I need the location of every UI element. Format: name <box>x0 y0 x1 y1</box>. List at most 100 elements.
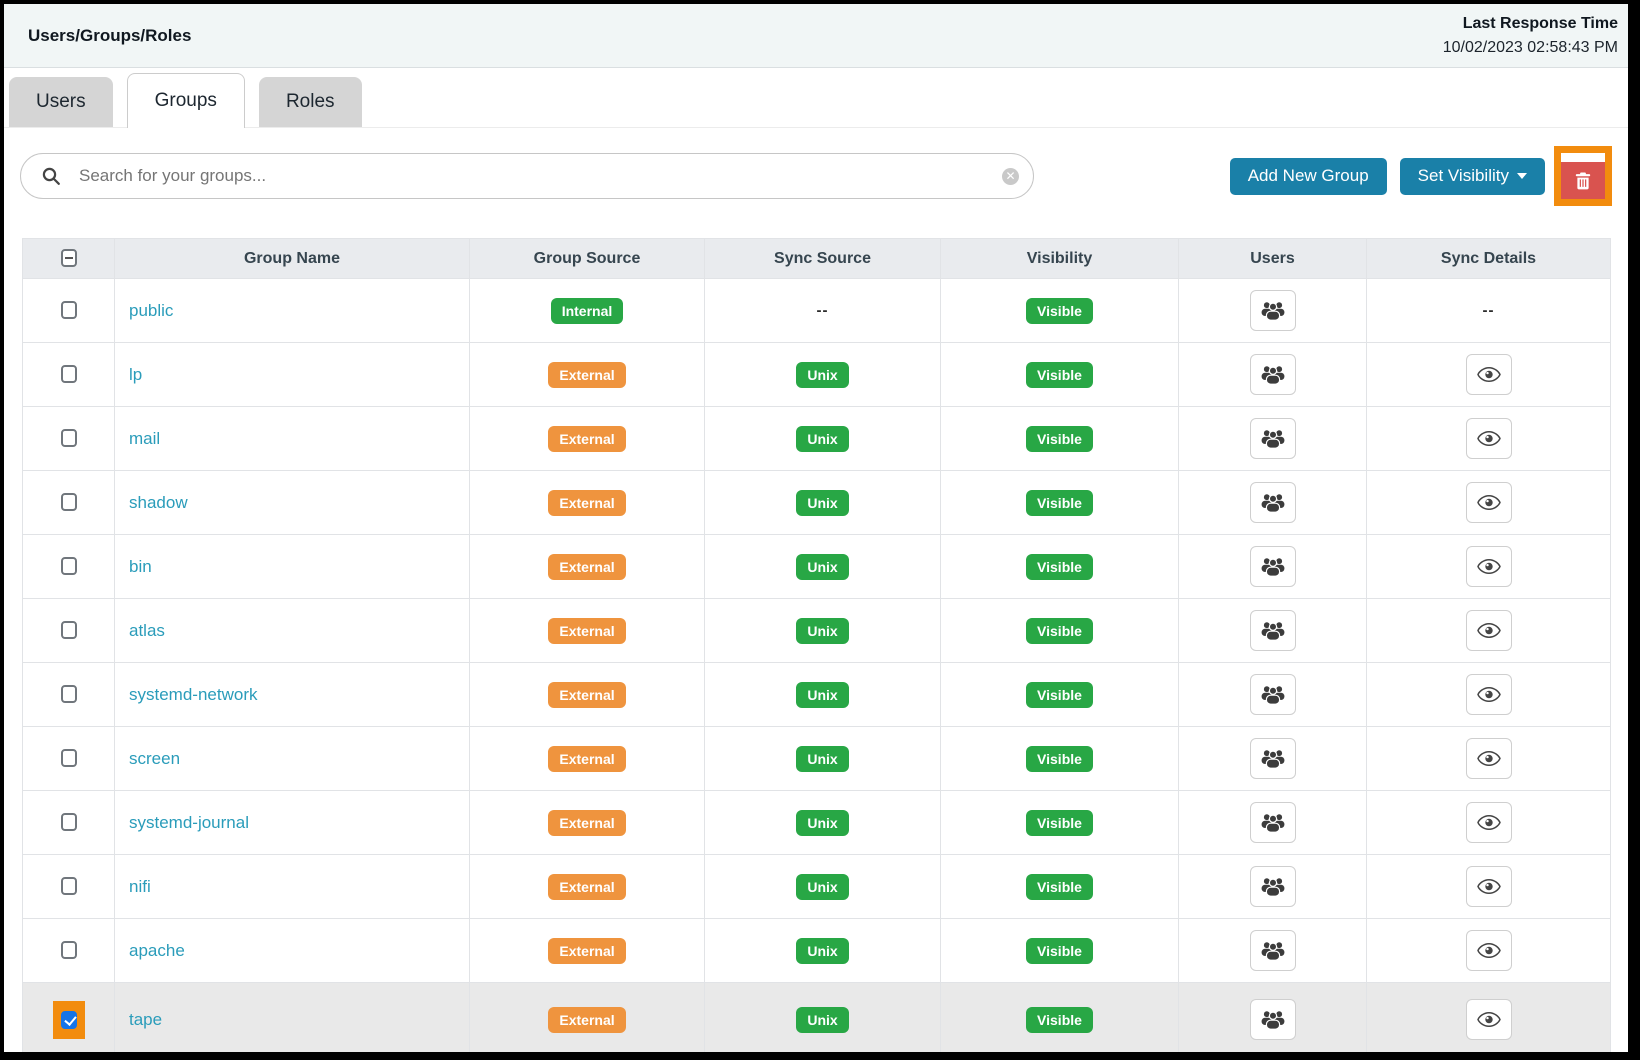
visibility-badge: Visible <box>1026 490 1093 516</box>
group-source-cell: External <box>470 599 705 663</box>
tab-strip: Users Groups Roles <box>4 68 1628 128</box>
sync-details-button[interactable] <box>1466 866 1512 907</box>
users-button[interactable] <box>1250 802 1296 843</box>
row-checkbox[interactable] <box>61 941 77 959</box>
toolbar-buttons: Add New Group Set Visibility <box>1230 146 1612 206</box>
row-checkbox[interactable] <box>61 749 77 767</box>
row-checkbox[interactable] <box>61 365 77 383</box>
users-button[interactable] <box>1250 930 1296 971</box>
group-source-cell: External <box>470 727 705 791</box>
table-row: shadow External Unix Visible <box>23 471 1611 535</box>
last-response-label: Last Response Time <box>1443 12 1618 36</box>
sync-details-button[interactable] <box>1466 482 1512 523</box>
group-name-link[interactable]: public <box>129 301 173 320</box>
sync-details-button[interactable] <box>1466 738 1512 779</box>
row-checkbox-wrap <box>61 429 77 447</box>
group-source-badge: External <box>548 746 625 772</box>
toolbar: ✕ Add New Group Set Visibility <box>4 128 1628 206</box>
group-name-link[interactable]: shadow <box>129 493 188 512</box>
group-name-cell: apache <box>115 919 470 983</box>
row-checkbox[interactable] <box>61 557 77 575</box>
visibility-cell: Visible <box>941 727 1179 791</box>
sync-source-badge: Unix <box>796 810 848 836</box>
table-header-row: Group Name Group Source Sync Source Visi… <box>23 239 1611 279</box>
sync-details-button[interactable] <box>1466 999 1512 1040</box>
users-cell <box>1179 343 1367 407</box>
row-checkbox[interactable] <box>61 429 77 447</box>
sync-details-button[interactable] <box>1466 674 1512 715</box>
add-new-group-button[interactable]: Add New Group <box>1230 158 1387 195</box>
set-visibility-button[interactable]: Set Visibility <box>1400 158 1545 195</box>
users-button[interactable] <box>1250 999 1296 1040</box>
group-name-link[interactable]: atlas <box>129 621 165 640</box>
delete-selected-button[interactable] <box>1561 162 1605 199</box>
users-group-icon <box>1260 1009 1286 1030</box>
row-checkbox-wrap <box>61 365 77 383</box>
clear-search-icon[interactable]: ✕ <box>1002 168 1019 185</box>
group-name-link[interactable]: mail <box>129 429 160 448</box>
group-name-link[interactable]: nifi <box>129 877 151 896</box>
groups-table: Group Name Group Source Sync Source Visi… <box>22 238 1611 1052</box>
empty-value: -- <box>817 302 829 319</box>
users-button[interactable] <box>1250 418 1296 459</box>
sync-source-cell: Unix <box>705 343 941 407</box>
group-name-link[interactable]: screen <box>129 749 180 768</box>
row-checkbox[interactable] <box>61 1011 77 1029</box>
sync-source-badge: Unix <box>796 938 848 964</box>
table-row: systemd-network External Unix Visible <box>23 663 1611 727</box>
group-name-cell: atlas <box>115 599 470 663</box>
sync-details-button[interactable] <box>1466 802 1512 843</box>
row-checkbox[interactable] <box>61 621 77 639</box>
group-source-cell: External <box>470 919 705 983</box>
group-name-link[interactable]: bin <box>129 557 152 576</box>
group-name-link[interactable]: systemd-journal <box>129 813 249 832</box>
eye-icon <box>1477 430 1501 447</box>
tab-groups[interactable]: Groups <box>127 73 245 128</box>
users-button[interactable] <box>1250 674 1296 715</box>
group-source-cell: External <box>470 407 705 471</box>
row-checkbox[interactable] <box>61 493 77 511</box>
group-name-cell: lp <box>115 343 470 407</box>
group-name-link[interactable]: systemd-network <box>129 685 257 704</box>
users-button[interactable] <box>1250 546 1296 587</box>
users-cell <box>1179 599 1367 663</box>
row-checkbox[interactable] <box>61 685 77 703</box>
group-source-cell: External <box>470 791 705 855</box>
sync-details-button[interactable] <box>1466 546 1512 587</box>
group-source-cell: External <box>470 343 705 407</box>
group-name-link[interactable]: lp <box>129 365 142 384</box>
sync-details-button[interactable] <box>1466 354 1512 395</box>
row-checkbox[interactable] <box>61 877 77 895</box>
users-button[interactable] <box>1250 482 1296 523</box>
sync-details-cell <box>1367 791 1611 855</box>
row-checkbox[interactable] <box>61 813 77 831</box>
row-checkbox[interactable] <box>61 301 77 319</box>
group-search-box[interactable]: ✕ <box>20 153 1034 199</box>
sync-details-cell <box>1367 407 1611 471</box>
users-button[interactable] <box>1250 354 1296 395</box>
sync-details-button[interactable] <box>1466 418 1512 459</box>
sync-details-cell <box>1367 727 1611 791</box>
sync-details-cell <box>1367 983 1611 1053</box>
users-button[interactable] <box>1250 738 1296 779</box>
users-button[interactable] <box>1250 866 1296 907</box>
search-input[interactable] <box>77 165 1002 187</box>
eye-icon <box>1477 878 1501 895</box>
row-checkbox-wrap <box>53 1001 85 1039</box>
select-all-checkbox[interactable] <box>61 249 77 267</box>
row-checkbox-cell <box>23 727 115 791</box>
users-cell <box>1179 471 1367 535</box>
group-source-badge: External <box>548 618 625 644</box>
tab-users[interactable]: Users <box>9 77 113 127</box>
sync-details-button[interactable] <box>1466 610 1512 651</box>
group-name-link[interactable]: tape <box>129 1010 162 1029</box>
sync-details-button[interactable] <box>1466 930 1512 971</box>
users-group-icon <box>1260 428 1286 449</box>
users-button[interactable] <box>1250 610 1296 651</box>
sync-source-badge: Unix <box>796 426 848 452</box>
group-name-link[interactable]: apache <box>129 941 185 960</box>
row-checkbox-wrap <box>61 813 77 831</box>
users-button[interactable] <box>1250 290 1296 331</box>
users-group-icon <box>1260 620 1286 641</box>
tab-roles[interactable]: Roles <box>259 77 362 127</box>
